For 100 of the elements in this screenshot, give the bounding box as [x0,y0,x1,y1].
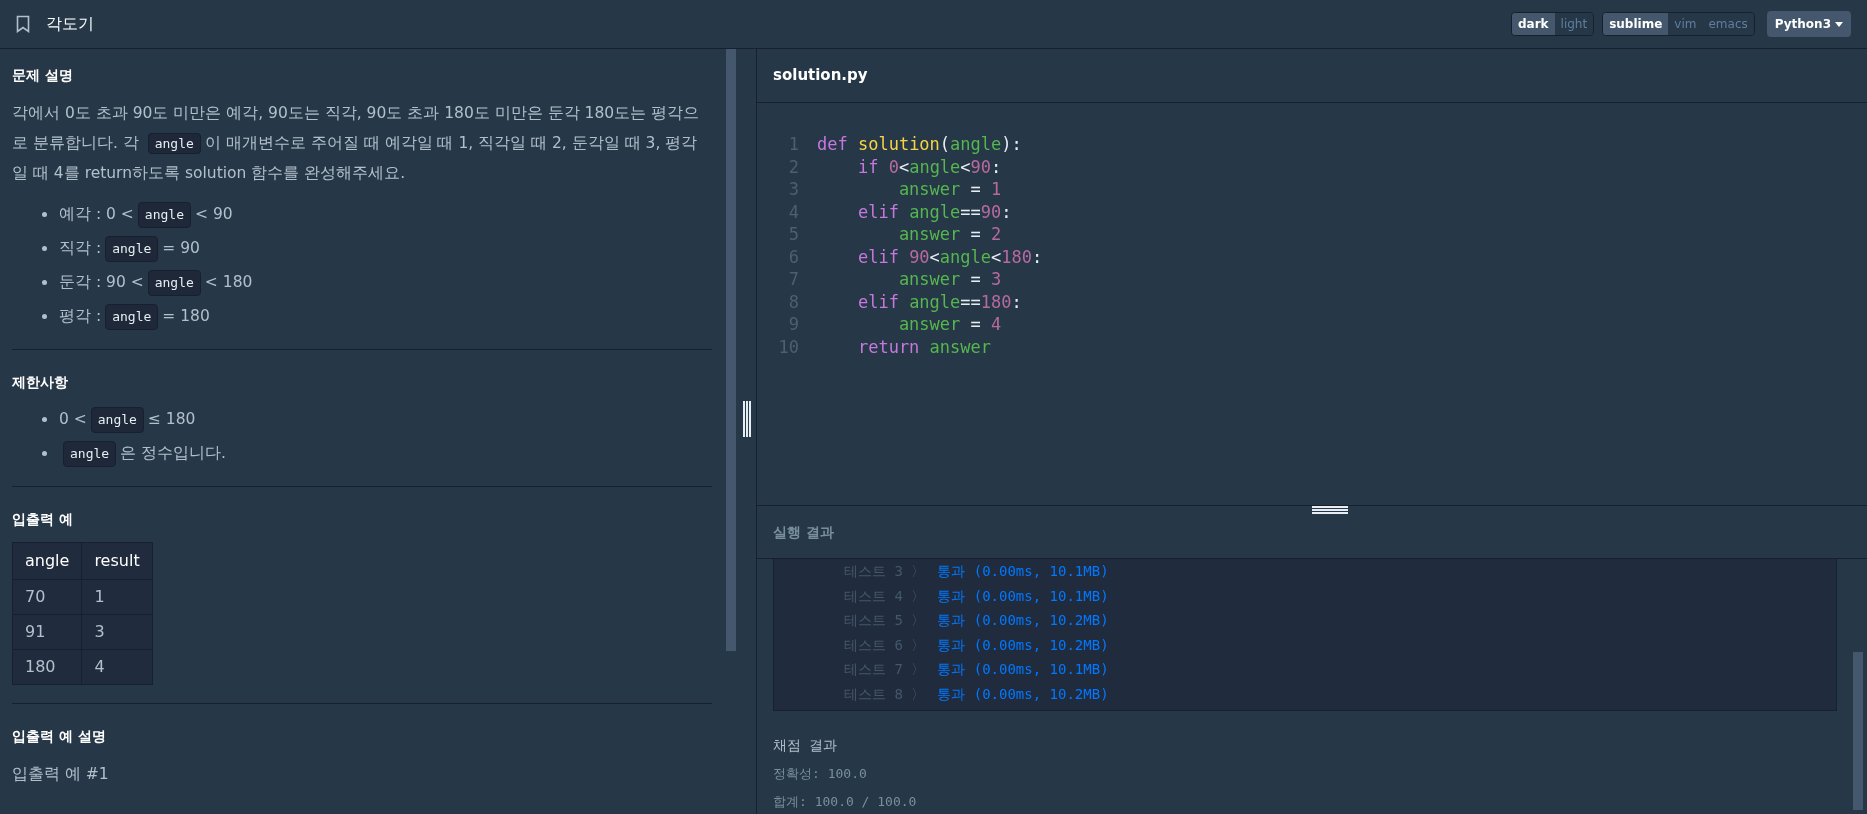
code-token: < [929,245,940,268]
code-token: < [898,155,910,178]
text: ≤ 180 [147,409,196,430]
code-token: 180 [980,290,1012,313]
code-token: angle [909,200,961,223]
test-result: 통과 (0.00ms, 10.2MB) [937,611,1109,630]
code-token: def [817,133,849,156]
text: = 180 [162,306,210,327]
test-result: 통과 (0.00ms, 10.2MB) [937,635,1109,655]
caret-icon [1835,21,1843,27]
code-token: < [960,155,971,178]
table-cell: 180 [12,649,82,685]
test-result: 통과 (0.00ms, 10.2MB) [937,684,1109,704]
file-tab[interactable]: solution.py [773,64,868,87]
code-token: == [960,200,981,223]
test-result: 통과 (0.00ms, 10.1MB) [937,586,1109,606]
bullet-icon [42,417,47,422]
theme-toggle[interactable]: dark [1511,13,1555,35]
code-token: = [969,268,982,291]
code-token: = [969,178,982,201]
keymap-toggle[interactable]: sublime [1603,13,1669,35]
code-token: == [960,290,981,313]
bullet-icon [42,451,47,456]
code-token: ( [939,133,951,156]
section-heading: 문제 설명 [12,66,74,85]
scrollbar-thumb[interactable] [1853,652,1863,810]
text: = 90 [162,238,200,259]
bullet-icon [42,212,47,217]
scrollbar-thumb[interactable] [726,49,736,651]
text: 예각 : 0 < [59,204,134,225]
code-token: return [856,335,921,358]
table-cell: 1 [81,579,153,615]
inline-code: angle [63,440,117,467]
code-token: : [1001,200,1012,223]
results-title: 실행 결과 [773,522,834,542]
code-token: if [856,155,880,178]
code-token: = [969,313,982,336]
section-heading: 입출력 예 설명 [12,727,107,746]
code-token: 90 [909,245,930,268]
inline-code: angle [137,201,191,228]
bullet-icon [42,314,47,319]
resize-handle[interactable] [742,401,752,437]
code-token: angle [950,133,1002,156]
code-token: answer [897,268,961,291]
code-token: 3 [991,268,1002,291]
code-token: : [1011,290,1022,313]
code-token: elif [856,245,900,268]
paragraph: 각에서 0도 초과 90도 미만은 예각, 90도는 직각, 90도 초과 180도 미만은 둔각 180도는 평각으로 분류합니다. 각 angle 이 매개변수로 주어질 때 예각일 때 1, 직각일 때 2, 둔각일 때 3, 평각일 때 4를 return하도록 solution 함수를 완성해주세요. [12,103,701,184]
code-token: = [969,223,982,246]
code-token: 1 [991,178,1002,201]
panel-resize-handle[interactable] [1312,505,1348,515]
code-token: 90 [970,155,992,178]
code-token: elif [856,290,900,313]
table-header-cell: result [81,542,153,580]
language-dropdown[interactable]: Python3 [1766,11,1851,37]
code-token: 90 [980,200,1002,223]
table-header-cell: angle [12,542,82,580]
grading-line: 정확성: 100.0 [773,765,868,783]
inline-code: angle [147,133,201,154]
code-token: answer [897,313,961,336]
text: 직각 : [59,238,102,259]
section-heading: 제한사항 [12,373,69,392]
bullet-icon [42,280,47,285]
grading-line: 합계: 100.0 / 100.0 [773,792,918,811]
table-cell: 4 [81,649,153,685]
text: 은 정수입니다. [120,443,226,464]
bullet-icon [42,246,47,251]
paragraph: 입출력 예 #1 [12,764,110,785]
code-token: : [1032,245,1043,268]
code-token: angle [909,155,961,178]
code-token: answer [897,223,961,246]
code-token: < [991,245,1002,268]
bookmark-icon[interactable] [16,15,30,33]
inline-code: angle [105,303,159,330]
code-token: 4 [991,313,1002,336]
table-cell: 91 [12,614,82,650]
page-title: 각도기 [46,13,94,35]
test-result: 통과 (0.00ms, 10.1MB) [937,660,1109,679]
test-result: 통과 (0.00ms, 10.1MB) [937,562,1109,581]
grading-title: 채점 결과 [773,736,839,755]
code-token: ): [1001,133,1022,156]
code-token: elif [856,200,900,223]
inline-code: angle [147,269,201,296]
section-heading: 입출력 예 [12,510,74,529]
code-token: : [991,155,1002,178]
code-token: angle [939,245,992,268]
table-cell: 3 [81,614,153,650]
code-token: angle [909,290,961,313]
text: 평각 : [59,306,102,327]
text: < 90 [195,204,233,225]
code-token: 0 [888,155,899,178]
text: 0 < [59,409,87,430]
code-token: answer [929,335,991,358]
code-token: 2 [991,223,1002,246]
text: 둔각 : 90 < [59,272,144,293]
code-token: 180 [1001,245,1032,268]
inline-code: angle [90,406,144,433]
inline-code: angle [105,235,159,262]
table-cell: 70 [12,579,82,615]
code-token: solution [857,133,940,156]
